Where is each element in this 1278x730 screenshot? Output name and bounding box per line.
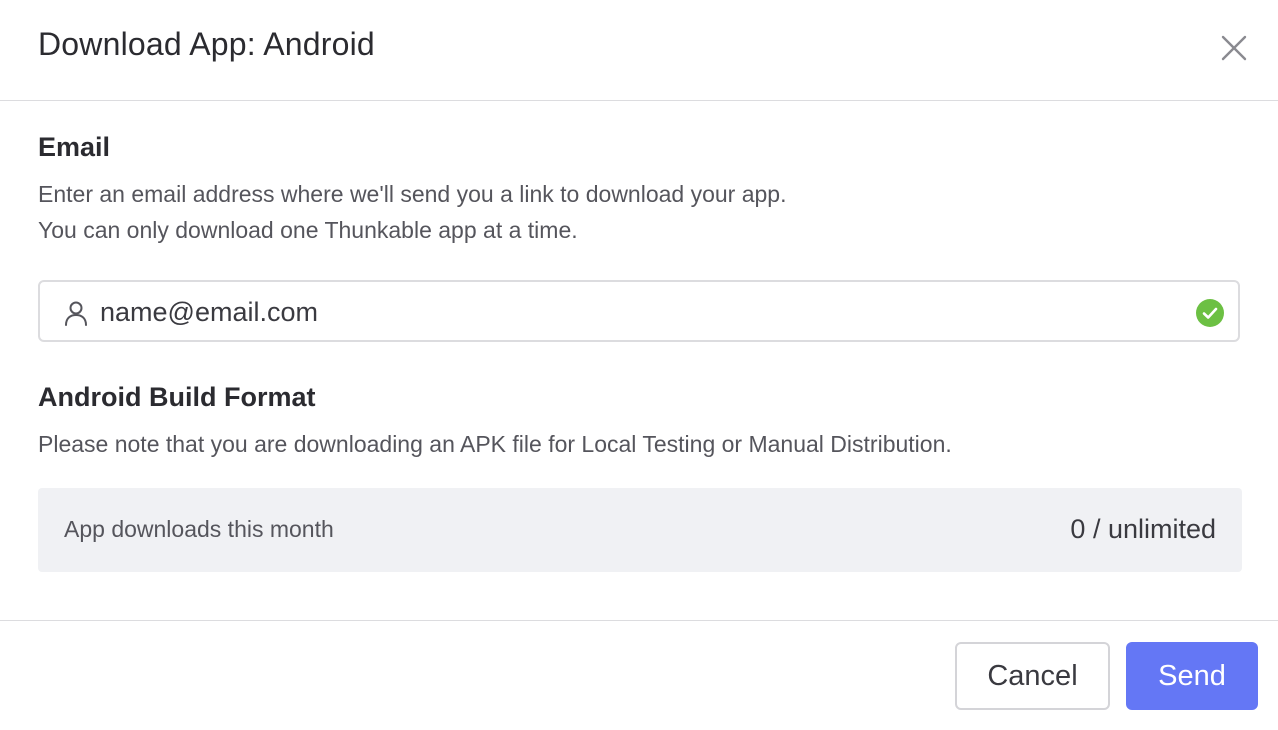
usage-value: 0 / unlimited: [1070, 514, 1216, 544]
usage-panel: App downloads this month 0 / unlimited: [38, 488, 1242, 572]
email-section-description: Enter an email address where we'll send …: [38, 176, 787, 248]
user-icon: [62, 299, 90, 327]
dialog-title: Download App: Android: [38, 26, 375, 62]
email-input[interactable]: [100, 292, 1180, 332]
cancel-button[interactable]: Cancel: [955, 642, 1110, 710]
build-format-title: Android Build Format: [38, 382, 316, 412]
build-format-description: Please note that you are downloading an …: [38, 431, 952, 457]
close-button[interactable]: [1218, 32, 1250, 64]
download-app-dialog: Download App: Android Email Enter an ema…: [0, 0, 1278, 730]
email-section-title: Email: [38, 132, 111, 162]
valid-check-icon: [1196, 299, 1224, 327]
close-icon: [1221, 35, 1247, 61]
email-description-line-2: You can only download one Thunkable app …: [38, 217, 578, 243]
send-button[interactable]: Send: [1126, 642, 1258, 710]
dialog-header: Download App: Android: [0, 0, 1278, 101]
email-description-line-1: Enter an email address where we'll send …: [38, 181, 787, 207]
email-field[interactable]: [38, 280, 1240, 342]
usage-label: App downloads this month: [64, 516, 334, 542]
footer-divider: [0, 620, 1278, 621]
